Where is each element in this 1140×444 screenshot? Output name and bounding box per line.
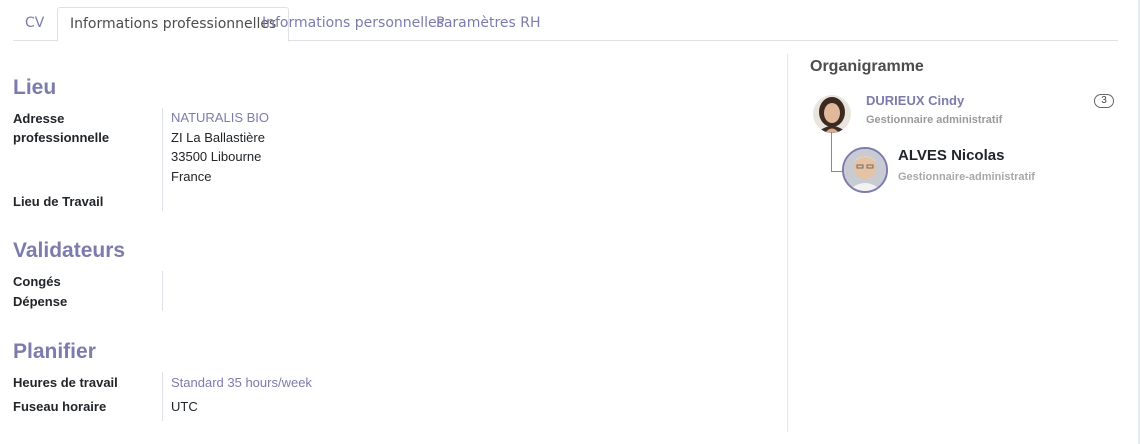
tab-parametres-rh[interactable]: Paramètres RH [424, 7, 553, 41]
org-chart-title: Organigramme [810, 58, 924, 75]
field-divider [162, 271, 163, 311]
manager-photo-icon [813, 95, 851, 133]
expense-validator-field[interactable] [171, 292, 471, 311]
address-country: France [171, 168, 212, 184]
org-connector [831, 132, 832, 172]
leave-validator-field[interactable] [171, 272, 471, 291]
field-divider [162, 372, 163, 421]
address-value: NATURALIS BIO ZI La Ballastière 33500 Li… [171, 108, 269, 186]
address-city: 33500 Libourne [171, 149, 262, 164]
timezone-value[interactable]: UTC [171, 397, 198, 417]
work-location-field[interactable] [171, 192, 471, 211]
section-title-lieu: Lieu [13, 76, 57, 99]
section-title-planifier: Planifier [13, 340, 96, 363]
employee-avatar [842, 147, 888, 193]
timezone-label: Fuseau horaire [13, 399, 107, 414]
employee-name: ALVES Nicolas [898, 147, 1005, 164]
working-hours-label: Heures de travail [13, 375, 118, 390]
subordinates-count-badge[interactable]: 3 [1094, 94, 1114, 108]
leave-validator-label: Congés [13, 274, 61, 289]
address-label: Adresse professionnelle [13, 109, 109, 147]
address-label-line-2: professionnelle [13, 130, 110, 145]
work-location-label: Lieu de Travail [13, 194, 104, 209]
employee-job-title: Gestionnaire-administratif [898, 171, 1035, 183]
address-street: ZI La Ballastière [171, 129, 265, 145]
employee-photo-icon [844, 149, 886, 191]
manager-job-title: Gestionnaire administratif [866, 114, 1003, 126]
tab-cv[interactable]: CV [13, 7, 56, 41]
column-separator [787, 54, 788, 432]
address-label-line-1: Adresse [13, 111, 65, 126]
working-hours-link[interactable]: Standard 35 hours/week [171, 373, 312, 393]
company-link[interactable]: NATURALIS BIO [171, 108, 269, 128]
expense-validator-label: Dépense [13, 294, 68, 309]
manager-avatar[interactable] [813, 95, 851, 133]
manager-name-link[interactable]: DURIEUX Cindy [866, 93, 964, 108]
section-title-validateurs: Validateurs [13, 239, 126, 262]
field-divider [162, 108, 163, 211]
tab-bar: CV Informations professionnelles Informa… [13, 7, 1118, 42]
